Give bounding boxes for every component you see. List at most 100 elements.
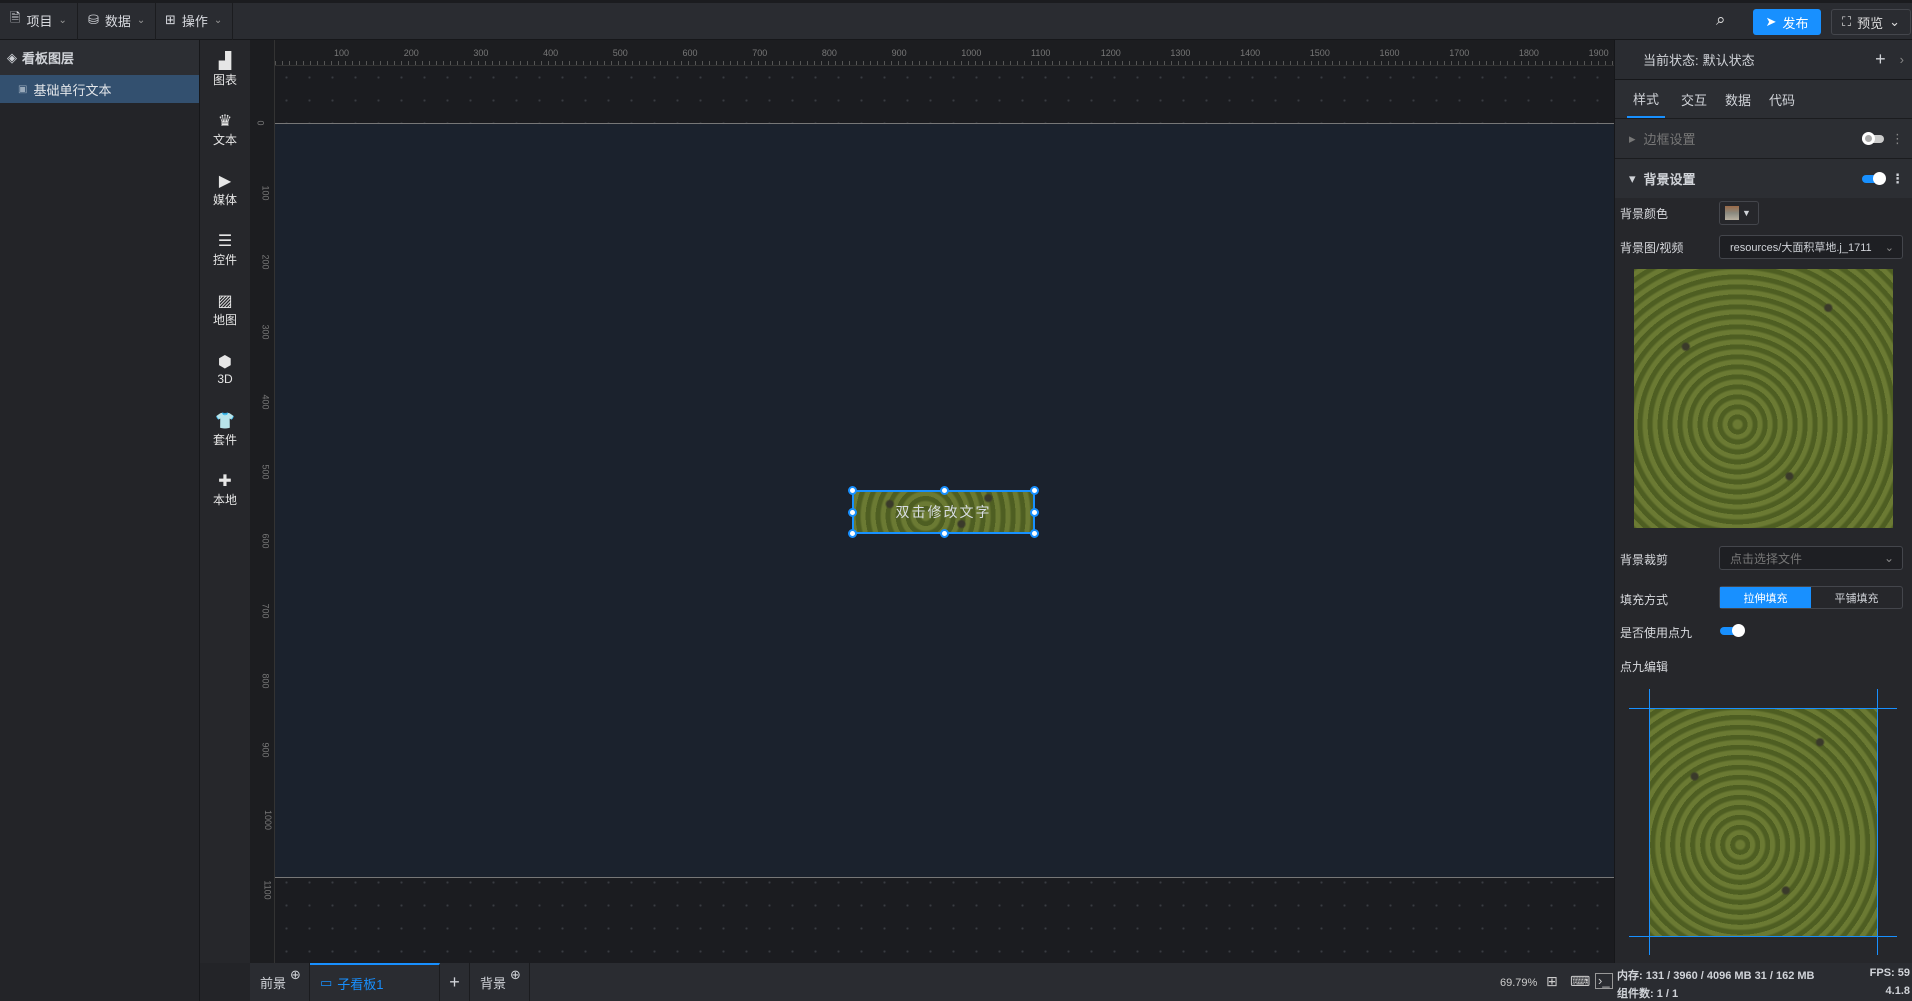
- background-section[interactable]: ▾ 背景设置 ⋮: [1615, 158, 1912, 198]
- tab-interaction[interactable]: 交互: [1679, 82, 1709, 117]
- resize-handle[interactable]: [1030, 508, 1039, 517]
- bg-image-select[interactable]: resources/大面积草地.j_1711 ⌄: [1719, 235, 1903, 259]
- ruler-tick-label: 900: [260, 742, 271, 758]
- ruler-tick-label: 100: [260, 185, 271, 201]
- tool-text[interactable]: ♛ 文本: [200, 100, 250, 160]
- resize-handle[interactable]: [1030, 529, 1039, 538]
- ninepatch-preview[interactable]: [1649, 708, 1877, 936]
- resize-handle[interactable]: [940, 486, 949, 495]
- state-bar: 当前状态: 默认状态 + ›: [1615, 40, 1912, 80]
- ninepatch-toggle[interactable]: [1720, 624, 1745, 637]
- ruler-tick-label: 500: [260, 463, 271, 480]
- chevron-down-icon: ⌄: [213, 14, 223, 26]
- ninepatch-guide-bottom[interactable]: [1629, 936, 1897, 937]
- database-icon: ⛁: [88, 12, 99, 27]
- file-icon: 🗎: [10, 10, 21, 25]
- tab-style[interactable]: 样式: [1627, 81, 1666, 118]
- caret-right-icon: ▸: [1629, 130, 1636, 146]
- preview-button[interactable]: ⛶ 预览 ⌄: [1831, 9, 1911, 35]
- ruler-tick-label: 1100: [262, 880, 273, 900]
- tool-map[interactable]: ▨ 地图: [200, 280, 250, 340]
- ruler-tick-label: 600: [260, 533, 271, 549]
- fill-mode-label: 填充方式: [1620, 593, 1669, 607]
- text-widget[interactable]: 双击修改文字: [848, 486, 1039, 538]
- tool-control[interactable]: ☰ 控件: [200, 220, 250, 280]
- ruler-tick-label: 700: [260, 603, 271, 619]
- chevron-down-icon: ⌄: [136, 14, 146, 26]
- tool-chart[interactable]: ▟ 图表: [200, 40, 250, 100]
- ruler-tick-label: 400: [260, 394, 271, 410]
- text-icon: ♛: [217, 112, 233, 130]
- ruler-tick-label: 500: [612, 48, 628, 58]
- fill-mode-group: 拉伸填充 平铺填充: [1719, 586, 1903, 609]
- board-icon: ▭: [320, 975, 333, 990]
- fill-stretch-option[interactable]: 拉伸填充: [1720, 587, 1811, 608]
- map-icon: ▨: [217, 292, 233, 310]
- bg-color-picker[interactable]: ▼: [1719, 201, 1759, 225]
- menu-operations[interactable]: ⊞ 操作 ⌄: [155, 0, 234, 40]
- tab-foreground[interactable]: 前景 ⊕: [250, 963, 310, 1001]
- bg-crop-select[interactable]: 点击选择文件 ⌄: [1719, 546, 1903, 570]
- resize-handle[interactable]: [1030, 486, 1039, 495]
- add-circle-icon[interactable]: ⊕: [510, 967, 521, 983]
- add-state-icon[interactable]: +: [1875, 49, 1886, 70]
- component-toolbar: ▟ 图表 ♛ 文本 ▶ 媒体 ☰ 控件 ▨ 地图 ⬢ 3D 👕 套件 ✚ 本地: [200, 40, 250, 963]
- tool-local[interactable]: ✚ 本地: [200, 460, 250, 520]
- bg-image-preview: [1634, 269, 1893, 528]
- grid-icon: ⊞: [165, 12, 176, 27]
- ninepatch-guide-top[interactable]: [1629, 708, 1897, 709]
- menu-data[interactable]: ⛁ 数据 ⌄: [78, 0, 157, 40]
- resize-handle[interactable]: [848, 486, 857, 495]
- publish-button[interactable]: ➤ 发布: [1753, 9, 1821, 35]
- ruler-tick-label: 200: [403, 48, 419, 58]
- tab-subboard[interactable]: ▭ 子看板1: [310, 963, 440, 1001]
- chevron-right-icon[interactable]: ›: [1900, 52, 1904, 67]
- ninepatch-guide-right[interactable]: [1877, 689, 1878, 955]
- send-icon: ➤: [1765, 14, 1777, 29]
- border-section[interactable]: ▸ 边框设置 ⋮: [1615, 118, 1912, 158]
- fit-screen-icon[interactable]: ⊞: [1546, 973, 1558, 990]
- memory-readout: 内存: 131 / 3960 / 4096 MB 31 / 162 MB: [1617, 970, 1815, 982]
- ruler-tick-label: 100: [334, 48, 350, 58]
- zoom-level: 69.79%: [1500, 977, 1538, 989]
- ruler-tick-label: 900: [891, 48, 907, 58]
- cube-icon: ⬢: [218, 354, 232, 371]
- ruler-tick-label: 0: [255, 120, 266, 126]
- menu-project[interactable]: 🗎 项目 ⌄: [0, 0, 78, 40]
- bg-image-label: 背景图/视频: [1620, 241, 1684, 255]
- layers-panel: ◈ 看板图层 ▣ 基础单行文本: [0, 40, 200, 1001]
- ruler-tick-label: 1000: [961, 48, 982, 58]
- background-toggle[interactable]: [1862, 172, 1886, 185]
- tool-kit[interactable]: 👕 套件: [200, 400, 250, 460]
- tool-3d[interactable]: ⬢ 3D: [200, 340, 250, 400]
- border-toggle[interactable]: [1862, 132, 1884, 145]
- tab-code[interactable]: 代码: [1767, 82, 1797, 117]
- status-bar: 内存: 131 / 3960 / 4096 MB 31 / 162 MB FPS…: [1614, 963, 1912, 1001]
- resize-handle[interactable]: [848, 508, 857, 517]
- keyboard-icon[interactable]: ⌨: [1570, 973, 1590, 990]
- chevron-down-icon: ⌄: [1884, 241, 1894, 254]
- fill-tile-option[interactable]: 平铺填充: [1811, 587, 1902, 608]
- add-board-button[interactable]: +: [440, 963, 470, 1001]
- terminal-icon[interactable]: ›_: [1595, 973, 1613, 989]
- chevron-down-icon: ⌄: [58, 14, 67, 26]
- ninepatch-guide-left[interactable]: [1649, 689, 1650, 955]
- add-circle-icon[interactable]: ⊕: [290, 967, 301, 983]
- ruler-tick-label: 400: [543, 48, 559, 58]
- tool-media[interactable]: ▶ 媒体: [200, 160, 250, 220]
- fps-readout: FPS: 59: [1869, 967, 1910, 979]
- search-icon[interactable]: ⌕: [1716, 10, 1726, 30]
- resize-handle[interactable]: [848, 529, 857, 538]
- resize-handle[interactable]: [940, 529, 949, 538]
- bg-crop-label: 背景裁剪: [1620, 553, 1669, 567]
- more-icon[interactable]: ⋮: [1891, 171, 1904, 187]
- tab-data[interactable]: 数据: [1723, 82, 1753, 117]
- puzzle-icon: ✚: [218, 472, 232, 490]
- panel-tabs: 样式 交互 数据 代码: [1615, 80, 1912, 118]
- tab-background[interactable]: 背景 ⊕: [470, 963, 530, 1001]
- layers-header: ◈ 看板图层: [0, 40, 199, 75]
- ruler-tick-label: 300: [473, 48, 489, 58]
- layer-item[interactable]: ▣ 基础单行文本: [0, 75, 199, 103]
- chevron-down-icon: ⌄: [1889, 14, 1901, 29]
- more-icon[interactable]: ⋮: [1891, 131, 1904, 147]
